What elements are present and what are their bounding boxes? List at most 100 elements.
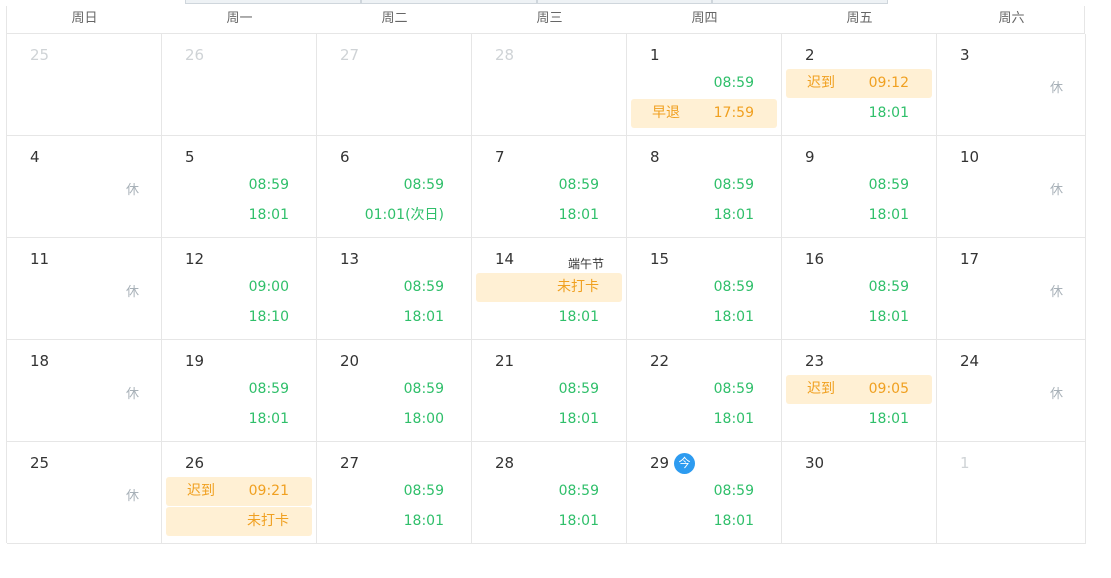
calendar-day-cell[interactable]: 13 08:59 18:01	[317, 238, 472, 340]
punch-time: 08:59	[403, 177, 444, 193]
clock-out-record: 18:01	[631, 405, 777, 434]
punch-time: 09:00	[248, 279, 289, 295]
punch-time: 18:01	[558, 309, 599, 325]
calendar-day-cell[interactable]: 16 08:59 18:01	[782, 238, 937, 340]
punch-time: 18:01	[868, 207, 909, 223]
clock-in-record: 迟到 09:12	[786, 69, 932, 98]
clock-in-record: 08:59	[476, 171, 622, 200]
tab[interactable]	[536, 0, 713, 4]
calendar-day-cell[interactable]: 11 休	[7, 238, 162, 340]
calendar-day-cell[interactable]: 21 08:59 18:01	[472, 340, 627, 442]
calendar-day-cell[interactable]: 12 09:00 18:10	[162, 238, 317, 340]
clock-in-record: 08:59	[631, 171, 777, 200]
calendar-day-cell[interactable]: 27 08:59 18:01	[317, 442, 472, 544]
clock-out-record: 18:01	[786, 99, 932, 128]
clock-out-record: 18:00	[321, 405, 467, 434]
punch-time: 18:01	[868, 309, 909, 325]
day-number: 9	[805, 148, 815, 166]
punch-time: 08:59	[868, 177, 909, 193]
calendar-day-cell[interactable]: 29 今 08:59 18:01	[627, 442, 782, 544]
rest-day-label: 休	[1049, 387, 1063, 402]
calendar-day-cell[interactable]: 28 08:59 18:01	[472, 442, 627, 544]
clock-out-record: 18:01	[476, 201, 622, 230]
day-number: 14	[495, 250, 515, 268]
day-number: 13	[340, 250, 360, 268]
calendar-day-cell[interactable]: 23 迟到 09:05 18:01	[782, 340, 937, 442]
clock-in-record: 08:59	[631, 69, 777, 98]
weekday-label: 周二	[381, 11, 408, 26]
attendance-status-tag: 迟到	[807, 381, 835, 397]
punch-time: 17:59	[713, 105, 754, 121]
tab[interactable]	[360, 0, 537, 4]
today-badge: 今	[674, 453, 695, 474]
clock-out-record: 18:01	[631, 201, 777, 230]
calendar-day-cell[interactable]: 26 迟到 09:21 未打卡	[162, 442, 317, 544]
calendar-day-cell[interactable]: 1 08:59 早退 17:59	[627, 34, 782, 136]
punch-time: 18:01	[558, 513, 599, 529]
calendar-day-cell[interactable]: 30	[782, 442, 937, 544]
clock-out-record: 18:01	[631, 303, 777, 332]
clock-in-record: 未打卡	[476, 273, 622, 302]
calendar-day-cell[interactable]: 27	[317, 34, 472, 136]
day-number: 16	[805, 250, 825, 268]
punch-time: 08:59	[558, 177, 599, 193]
punch-time: 18:01	[558, 411, 599, 427]
calendar-day-cell[interactable]: 9 08:59 18:01	[782, 136, 937, 238]
day-number: 1	[650, 46, 660, 64]
punch-time: 08:59	[403, 381, 444, 397]
attendance-calendar-grid: 25 26 27 28 1 08:59 早退 17:59 2 迟到 09:12 18:01 3 休 4 休 5 0…	[6, 33, 1086, 544]
punch-time: 08:59	[558, 381, 599, 397]
clock-out-record: 18:01	[321, 303, 467, 332]
day-number: 24	[960, 352, 980, 370]
calendar-day-cell[interactable]: 28	[472, 34, 627, 136]
calendar-day-cell[interactable]: 25 休	[7, 442, 162, 544]
day-number: 2	[805, 46, 815, 64]
calendar-day-cell[interactable]: 7 08:59 18:01	[472, 136, 627, 238]
punch-time: 08:59	[713, 279, 754, 295]
calendar-day-cell[interactable]: 22 08:59 18:01	[627, 340, 782, 442]
calendar-day-cell[interactable]: 4休	[7, 136, 162, 238]
clock-in-record: 08:59	[476, 375, 622, 404]
calendar-day-cell[interactable]: 8 08:59 18:01	[627, 136, 782, 238]
tab[interactable]	[185, 0, 361, 4]
calendar-day-cell[interactable]: 19 08:59 18:01	[162, 340, 317, 442]
day-number: 29	[650, 454, 670, 472]
weekday-label: 周四	[691, 11, 718, 26]
clock-in-record: 迟到 09:21	[166, 477, 312, 506]
weekday-label: 周一	[226, 11, 253, 26]
punch-time: 18:01	[558, 207, 599, 223]
clock-in-record: 08:59	[166, 375, 312, 404]
punch-time: 08:59	[403, 279, 444, 295]
calendar-day-cell[interactable]: 1	[937, 442, 1086, 544]
day-number: 10	[960, 148, 980, 166]
calendar-day-cell[interactable]: 25	[7, 34, 162, 136]
punch-time: 08:59	[868, 279, 909, 295]
calendar-day-cell[interactable]: 18 休	[7, 340, 162, 442]
calendar-day-cell[interactable]: 17 休	[937, 238, 1086, 340]
calendar-day-cell[interactable]: 14 端午节 未打卡 18:01	[472, 238, 627, 340]
day-number: 3	[960, 46, 970, 64]
day-number: 17	[960, 250, 980, 268]
calendar-day-cell[interactable]: 6 08:59 01:01(次日)	[317, 136, 472, 238]
day-number: 26	[185, 46, 205, 64]
day-number: 28	[495, 454, 515, 472]
clock-out-record: 18:01	[321, 507, 467, 536]
tab[interactable]	[712, 0, 888, 4]
clock-in-record: 08:59	[631, 273, 777, 302]
day-number: 23	[805, 352, 825, 370]
calendar-day-cell[interactable]: 5 08:59 18:01	[162, 136, 317, 238]
day-number: 30	[805, 454, 825, 472]
clock-out-record: 18:10	[166, 303, 312, 332]
calendar-day-cell[interactable]: 20 08:59 18:00	[317, 340, 472, 442]
calendar-day-cell[interactable]: 26	[162, 34, 317, 136]
punch-time: 01:01(次日)	[364, 207, 444, 223]
clock-in-record: 08:59	[631, 375, 777, 404]
calendar-day-cell[interactable]: 24 休	[937, 340, 1086, 442]
calendar-day-cell[interactable]: 3休	[937, 34, 1086, 136]
calendar-day-cell[interactable]: 2 迟到 09:12 18:01	[782, 34, 937, 136]
clock-out-record: 18:01	[476, 405, 622, 434]
calendar-day-cell[interactable]: 10 休	[937, 136, 1086, 238]
day-number: 11	[30, 250, 50, 268]
clock-in-record: 08:59	[321, 171, 467, 200]
calendar-day-cell[interactable]: 15 08:59 18:01	[627, 238, 782, 340]
